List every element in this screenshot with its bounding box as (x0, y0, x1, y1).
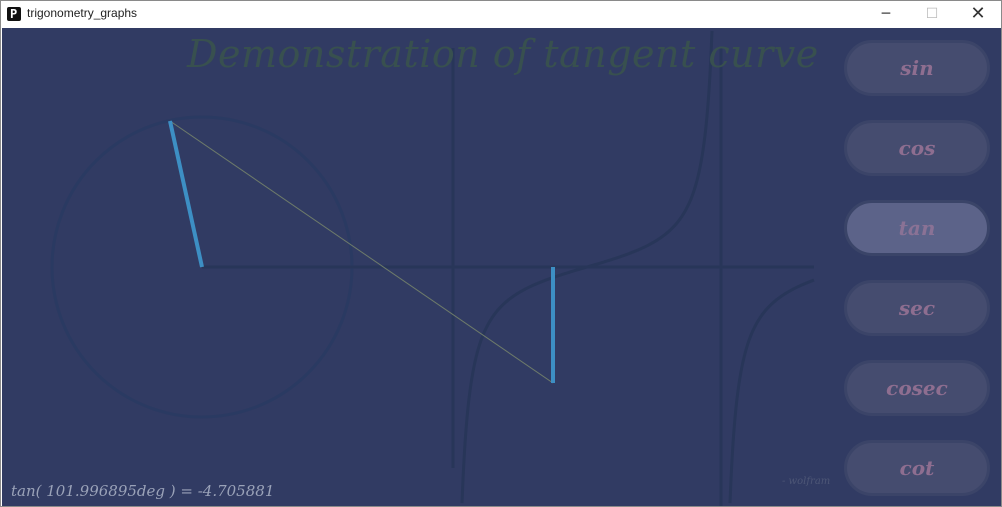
page-title: Demonstration of tangent curve (187, 32, 819, 76)
minimize-button[interactable]: ─ (863, 1, 909, 27)
cos-button[interactable]: cos (844, 120, 990, 176)
credit-text: - wolfram (782, 476, 831, 487)
cosec-button[interactable]: cosec (844, 360, 990, 416)
cot-button[interactable]: cot (844, 440, 990, 496)
title-bar[interactable]: P trigonometry_graphs ─ ☐ ✕ (1, 1, 1001, 27)
app-icon-glyph: P (10, 7, 18, 21)
radius-line (168, 120, 204, 268)
tangent-plot (50, 30, 815, 506)
sin-button[interactable]: sin (844, 40, 990, 96)
tan-button[interactable]: tan (844, 200, 990, 256)
projection-line (169, 120, 554, 384)
formula-readout: tan( 101.996895deg ) = -4.705881 (11, 482, 275, 500)
maximize-button[interactable]: ☐ (909, 1, 955, 27)
sec-button[interactable]: sec (844, 280, 990, 336)
window-title: trigonometry_graphs (27, 6, 138, 20)
app-window: P trigonometry_graphs ─ ☐ ✕ Demonstratio… (0, 0, 1002, 507)
close-button[interactable]: ✕ (955, 1, 1001, 27)
sketch-canvas[interactable]: Demonstration of tangent curve sin cos t… (2, 28, 1001, 506)
tangent-branch-right (728, 278, 815, 504)
processing-app-icon: P (7, 7, 21, 21)
